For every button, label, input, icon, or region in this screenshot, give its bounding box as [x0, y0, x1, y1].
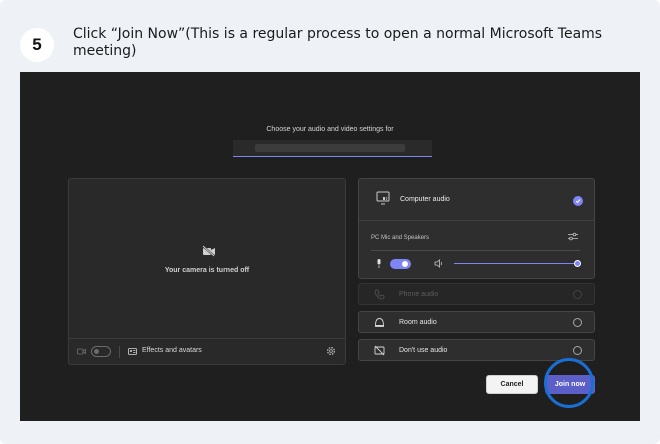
effects-icon [128, 348, 137, 355]
choose-settings-text: Choose your audio and video settings for [266, 126, 394, 133]
microphone-icon [377, 259, 381, 268]
meeting-name-field [233, 140, 432, 157]
room-audio-radio[interactable] [573, 318, 582, 327]
cancel-button[interactable]: Cancel [486, 375, 538, 394]
camera-toggle-knob [94, 349, 99, 354]
computer-audio-option[interactable]: Computer audio [359, 179, 594, 221]
computer-audio-label: Computer audio [400, 196, 450, 203]
redacted-meeting-name [255, 144, 405, 152]
dont-use-audio-radio[interactable] [573, 346, 582, 355]
selected-check-icon [573, 196, 583, 206]
step-instruction: Click “Join Now”(This is a regular proce… [73, 26, 603, 59]
volume-slider-track[interactable] [454, 263, 578, 264]
volume-slider-thumb[interactable] [574, 260, 581, 267]
camera-off-message: Your camera is turned off [164, 267, 250, 274]
camera-preview-panel: Your camera is turned off Effects and av… [68, 178, 346, 365]
click-highlight-ring [544, 358, 594, 408]
dont-use-audio-option[interactable]: Don't use audio [358, 339, 595, 361]
room-audio-option[interactable]: Room audio [358, 311, 595, 333]
camera-off-icon [202, 245, 215, 257]
phone-audio-radio[interactable] [573, 290, 582, 299]
divider [119, 346, 120, 358]
teams-prejoin-screenshot: Choose your audio and video settings for… [20, 72, 640, 421]
speaker-icon [434, 259, 442, 268]
camera-controls-bar: Effects and avatars [69, 338, 345, 364]
gear-icon[interactable] [326, 346, 336, 356]
step-number-badge: 5 [20, 28, 54, 62]
video-camera-icon [77, 348, 86, 355]
microphone-toggle-knob [402, 261, 408, 267]
computer-audio-panel: Computer audio PC Mic and Speakers [358, 178, 595, 279]
microphone-toggle[interactable] [390, 259, 411, 269]
device-settings-icon[interactable] [568, 232, 578, 241]
tutorial-step-card: 5 Click “Join Now”(This is a regular pro… [0, 0, 660, 444]
no-audio-icon [374, 345, 385, 356]
camera-toggle[interactable] [91, 346, 111, 357]
monitor-speaker-icon [376, 191, 390, 205]
room-speaker-icon [375, 318, 384, 327]
audio-device-label: PC Mic and Speakers [371, 235, 430, 241]
dont-use-audio-label: Don't use audio [399, 347, 448, 354]
room-audio-label: Room audio [399, 319, 437, 326]
effects-and-avatars-button[interactable]: Effects and avatars [142, 347, 202, 354]
phone-icon [374, 289, 385, 300]
phone-audio-label: Phone audio [399, 291, 439, 298]
divider [371, 250, 580, 251]
phone-audio-option[interactable]: Phone audio [358, 283, 595, 305]
